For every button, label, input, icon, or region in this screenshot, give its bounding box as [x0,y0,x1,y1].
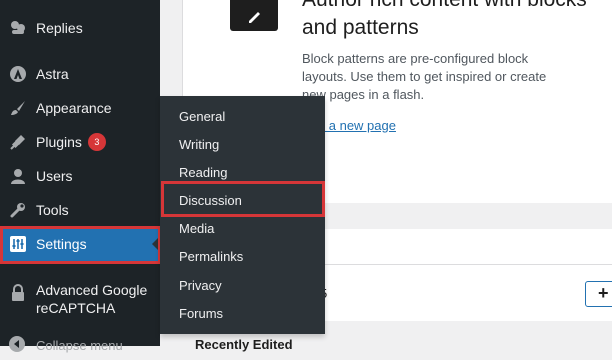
sidebar-item-tools[interactable]: Tools [0,193,160,227]
submenu-item-forums[interactable]: Forums [160,299,325,327]
paintbrush-icon [8,98,28,118]
settings-submenu: General Writing Reading Discussion Media… [160,96,325,334]
collapse-icon [8,335,28,356]
recently-edited-heading: Recently Edited [195,337,293,352]
submenu-item-media[interactable]: Media [160,214,325,242]
sidebar-item-label: Advanced Google reCAPTCHA [36,282,148,316]
sidebar-item-recaptcha[interactable]: Advanced Google reCAPTCHA [0,277,160,321]
collapse-menu-button[interactable]: Collapse menu [0,330,160,360]
sidebar-item-users[interactable]: Users [0,159,160,193]
sidebar-item-appearance[interactable]: Appearance [0,91,160,125]
sidebar-item-label: Appearance [36,100,112,116]
sidebar-item-label: Replies [36,20,83,36]
active-menu-arrow [152,236,160,252]
edit-pencil-icon [230,0,278,31]
sidebar-item-label: Tools [36,202,69,218]
welcome-description: Block patterns are pre-configured block … [302,51,547,102]
settings-icon [8,234,28,254]
sidebar-item-replies[interactable]: Replies [0,11,160,45]
plugins-icon [8,132,28,152]
collapse-menu-label: Collapse menu [36,337,123,353]
submenu-item-discussion[interactable]: Discussion [160,186,325,214]
sidebar-item-label: Astra [36,66,69,82]
submenu-item-permalinks[interactable]: Permalinks [160,242,325,270]
tools-icon [8,200,28,220]
update-count-badge: 3 [87,133,106,151]
welcome-heading: Author rich content with blocks and patt… [302,0,587,39]
add-button[interactable]: + [585,281,612,307]
users-icon [8,166,28,186]
astra-icon [8,64,28,84]
submenu-item-privacy[interactable]: Privacy [160,271,325,299]
submenu-item-writing[interactable]: Writing [160,130,325,158]
sidebar-item-settings[interactable]: Settings [0,227,160,261]
sidebar-item-astra[interactable]: Astra [0,57,160,91]
forums-icon [8,18,28,38]
sidebar-item-plugins[interactable]: Plugins 3 [0,125,160,159]
sidebar-item-label: Settings [36,236,87,252]
admin-sidebar: Replies Astra Appearance Plugins 3 Users… [0,0,160,353]
submenu-item-general[interactable]: General [160,102,325,130]
lock-icon [8,283,28,303]
sidebar-item-label: Users [36,168,73,184]
sidebar-item-label: Plugins [36,134,82,150]
submenu-item-reading[interactable]: Reading [160,158,325,186]
